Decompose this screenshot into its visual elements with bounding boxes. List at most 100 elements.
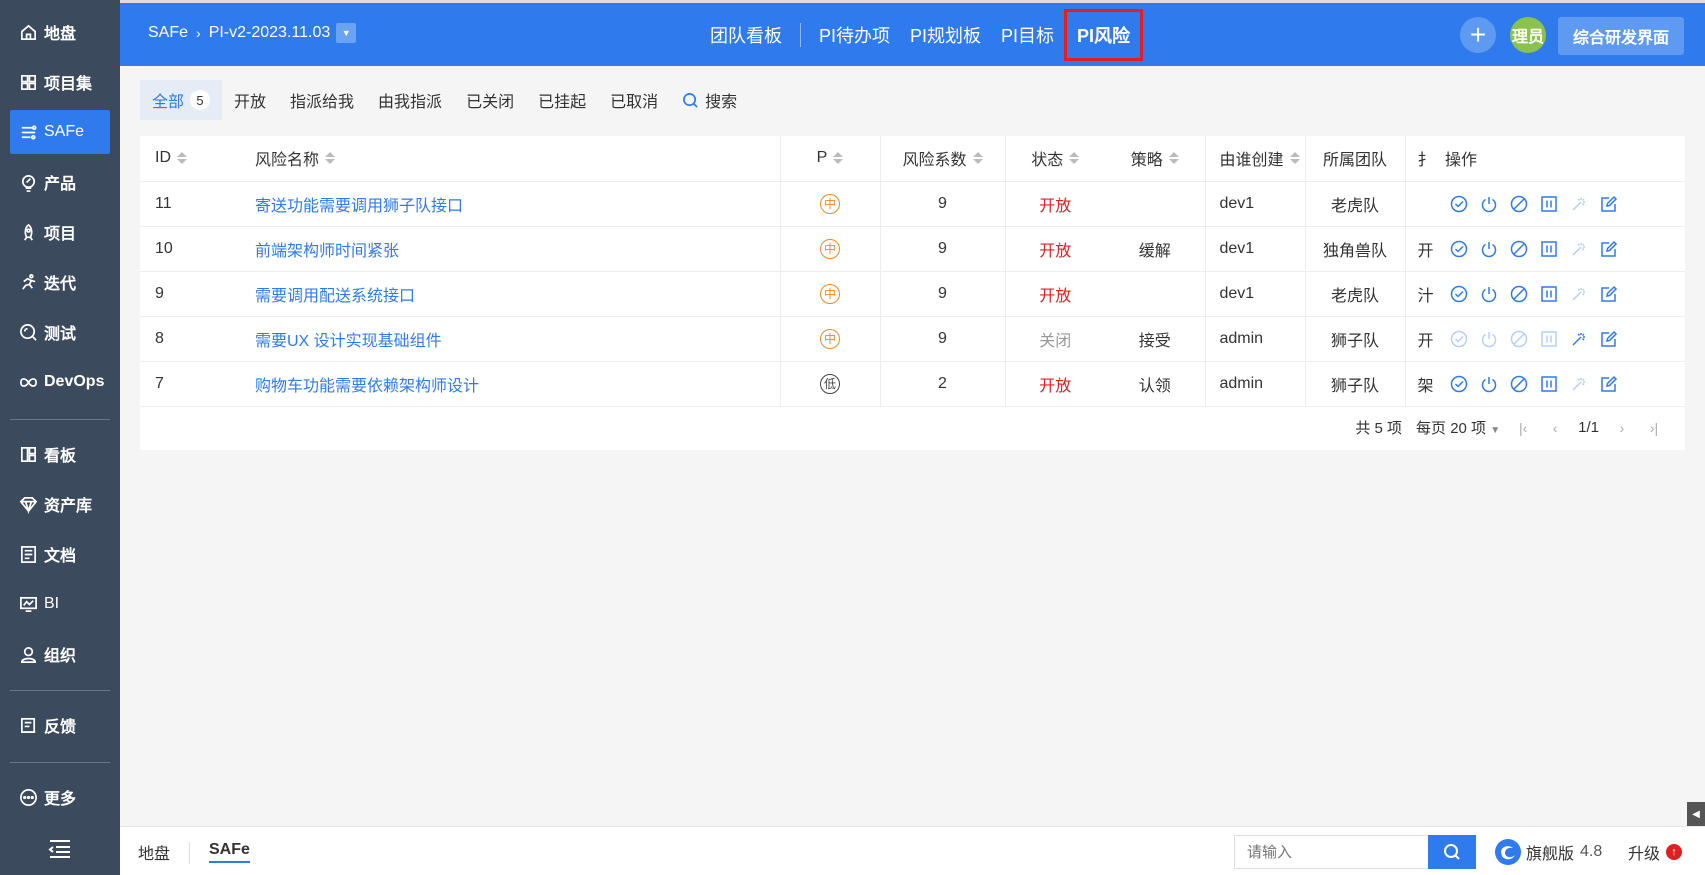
avatar[interactable]: 理员 <box>1510 17 1546 53</box>
sidebar-item-more[interactable]: 更多 <box>10 775 110 819</box>
breadcrumb-current[interactable]: PI-v2-2023.11.03 <box>209 24 331 42</box>
search-toggle[interactable]: 搜索 <box>670 88 749 112</box>
sidebar-item-docs[interactable]: 文档 <box>10 532 110 576</box>
hangup-icon[interactable] <box>1539 194 1559 214</box>
sidebar-item-program[interactable]: 项目集 <box>10 60 110 104</box>
global-search-input[interactable] <box>1234 835 1428 869</box>
per-page-select[interactable]: 每页 20 项 ▼ <box>1416 417 1500 438</box>
chevron-down-icon[interactable]: ▼ <box>336 23 357 43</box>
col-header-assignee[interactable]: 扌 <box>1405 136 1435 182</box>
cell-assignee: 开 <box>1405 226 1435 272</box>
filter-tab-all[interactable]: 全部 5 <box>140 80 223 120</box>
risk-name-link[interactable]: 前端架构师时间紧张 <box>255 243 399 260</box>
cancel-icon[interactable] <box>1509 194 1529 214</box>
edit-icon[interactable] <box>1599 329 1619 349</box>
filter-tab-assigned-by-me[interactable]: 由我指派 <box>366 80 454 120</box>
risk-name-link[interactable]: 寄送功能需要调用狮子队接口 <box>255 198 463 215</box>
edit-icon[interactable] <box>1599 239 1619 259</box>
safe-icon <box>18 122 38 142</box>
bottom-tab-safe[interactable]: SAFe <box>209 827 250 875</box>
next-page-icon[interactable]: › <box>1613 420 1631 436</box>
breadcrumb-root[interactable]: SAFe <box>148 24 188 42</box>
cancel-icon[interactable] <box>1509 374 1529 394</box>
edit-icon[interactable] <box>1599 374 1619 394</box>
col-header-factor[interactable]: 风险系数 <box>880 136 1006 182</box>
row-actions <box>1435 239 1685 259</box>
sidebar-item-product[interactable]: 产品 <box>10 160 110 204</box>
col-header-id[interactable]: ID <box>140 136 240 182</box>
close-power-icon[interactable] <box>1479 239 1499 259</box>
col-header-status[interactable]: 状态 <box>1005 136 1105 182</box>
zentao-logo-icon <box>1494 838 1522 866</box>
cancel-icon[interactable] <box>1509 239 1529 259</box>
filter-tab-hangup[interactable]: 已挂起 <box>526 80 598 120</box>
last-page-icon[interactable]: ›| <box>1645 420 1663 436</box>
tab-pi-backlog[interactable]: PI待办项 <box>809 22 900 48</box>
collapse-menu-icon[interactable] <box>48 838 72 860</box>
panel-toggle-icon[interactable]: ◀ <box>1687 802 1705 826</box>
cell-factor: 9 <box>880 181 1006 227</box>
table-row: 8 需要UX 设计实现基础组件 中 9 关闭 接受 admin 狮子队开 <box>140 316 1685 362</box>
cancel-icon[interactable] <box>1509 284 1529 304</box>
add-button[interactable]: + <box>1460 17 1496 53</box>
col-header-team[interactable]: 所属团队 <box>1305 136 1406 182</box>
edit-icon[interactable] <box>1599 194 1619 214</box>
filter-tab-canceled[interactable]: 已取消 <box>598 80 670 120</box>
close-power-icon[interactable] <box>1479 374 1499 394</box>
global-search-button[interactable] <box>1428 835 1476 869</box>
first-page-icon[interactable]: |‹ <box>1514 420 1532 436</box>
bottom-tab-home[interactable]: 地盘 <box>138 827 170 875</box>
col-header-priority[interactable]: P <box>780 136 881 182</box>
risk-table: ID 风险名称 P 风险系数 状态 策略 由谁创建 所属团队 扌 操作 11 寄送… <box>140 136 1685 407</box>
sidebar-item-iteration[interactable]: 迭代 <box>10 260 110 304</box>
confirm-icon[interactable] <box>1449 284 1469 304</box>
cell-id: 7 <box>140 361 240 407</box>
hangup-icon[interactable] <box>1539 239 1559 259</box>
tab-pi-objectives[interactable]: PI目标 <box>991 22 1064 48</box>
sidebar-item-devops[interactable]: DevOps <box>10 360 110 404</box>
confirm-icon[interactable] <box>1449 374 1469 394</box>
confirm-icon[interactable] <box>1449 194 1469 214</box>
tab-pi-risks[interactable]: PI风险 <box>1064 8 1144 61</box>
risk-name-link[interactable]: 购物车功能需要依赖架构师设计 <box>255 378 479 395</box>
edit-icon[interactable] <box>1599 284 1619 304</box>
sidebar-item-home[interactable]: 地盘 <box>10 10 110 54</box>
confirm-icon[interactable] <box>1449 239 1469 259</box>
integrated-dev-button[interactable]: 综合研发界面 <box>1558 17 1684 55</box>
col-header-name[interactable]: 风险名称 <box>240 136 781 182</box>
sidebar-item-kanban[interactable]: 看板 <box>10 432 110 476</box>
prev-page-icon[interactable]: ‹ <box>1546 420 1564 436</box>
close-power-icon[interactable] <box>1479 284 1499 304</box>
risk-name-link[interactable]: 需要调用配送系统接口 <box>255 288 415 305</box>
top-tabs: 团队看板 PI待办项 PI规划板 PI目标 PI风险 <box>700 3 1144 66</box>
filter-tab-open[interactable]: 开放 <box>222 80 278 120</box>
risk-name-link[interactable]: 需要UX 设计实现基础组件 <box>255 333 442 350</box>
sidebar-item-label: BI <box>44 595 60 612</box>
sidebar-item-bi[interactable]: BI <box>10 582 110 626</box>
hangup-icon[interactable] <box>1539 374 1559 394</box>
cell-assignee: 架 <box>1405 361 1435 407</box>
version-label: 4.8 <box>1580 842 1603 860</box>
cell-factor: 2 <box>880 361 1006 407</box>
filter-tab-closed[interactable]: 已关闭 <box>454 80 526 120</box>
activate-wand-icon[interactable] <box>1569 329 1589 349</box>
feedback-icon <box>18 715 38 735</box>
tab-team-board[interactable]: 团队看板 <box>700 22 792 48</box>
activate-wand-icon <box>1569 284 1589 304</box>
sidebar-item-assets[interactable]: 资产库 <box>10 482 110 526</box>
close-power-icon[interactable] <box>1479 194 1499 214</box>
tab-pi-planning-board[interactable]: PI规划板 <box>900 22 991 48</box>
sidebar-item-test[interactable]: 测试 <box>10 310 110 354</box>
sidebar-item-safe[interactable]: SAFe <box>10 110 110 154</box>
cell-strategy: 缓解 <box>1105 226 1206 272</box>
col-header-strategy[interactable]: 策略 <box>1105 136 1206 182</box>
sort-icon <box>177 152 187 165</box>
hangup-icon[interactable] <box>1539 284 1559 304</box>
col-header-creator[interactable]: 由谁创建 <box>1205 136 1306 182</box>
sidebar-item-feedback[interactable]: 反馈 <box>10 703 110 747</box>
upgrade-button[interactable]: 升级 ↑ <box>1628 827 1683 875</box>
sidebar-item-org[interactable]: 组织 <box>10 632 110 676</box>
filter-tab-assigned-to-me[interactable]: 指派给我 <box>278 80 366 120</box>
sidebar-item-project[interactable]: 项目 <box>10 210 110 254</box>
cell-assignee: 汁 <box>1405 271 1435 317</box>
